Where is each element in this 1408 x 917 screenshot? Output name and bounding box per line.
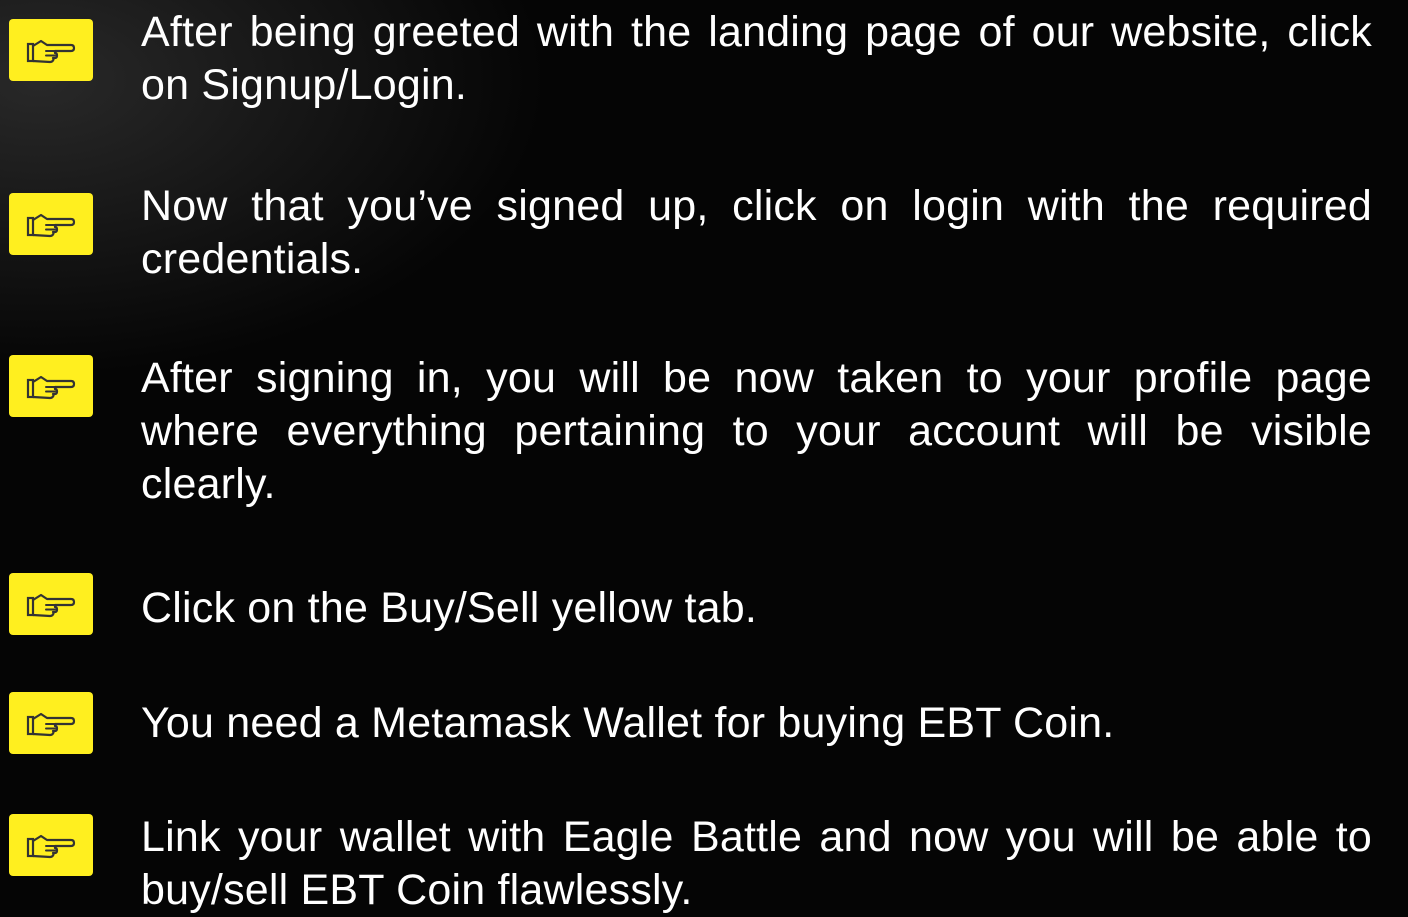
pointing-hand-glyph [26,593,76,618]
pointing-hand-glyph [26,213,76,238]
pointing-hand-glyph [26,375,76,400]
step-text: After being greeted with the landing pag… [141,8,1372,109]
pointing-hand-glyph [26,834,76,859]
step-text: You need a Metamask Wallet for buying EB… [141,699,1115,747]
pointing-hand-glyph [26,712,76,737]
step-text: Click on the Buy/Sell yellow tab. [141,584,758,632]
pointing-hand-icon [9,692,93,754]
pointing-hand-icon [9,19,93,81]
pointing-hand-icon [9,193,93,255]
pointing-hand-icon [9,814,93,876]
step-text: After signing in, you will be now taken … [141,354,1372,508]
step-text: Link your wallet with Eagle Battle and n… [141,813,1372,914]
pointing-hand-icon [9,355,93,417]
step-text: Now that you’ve signed up, click on logi… [141,182,1372,283]
pointing-hand-glyph [26,39,76,64]
pointing-hand-icon [9,573,93,635]
